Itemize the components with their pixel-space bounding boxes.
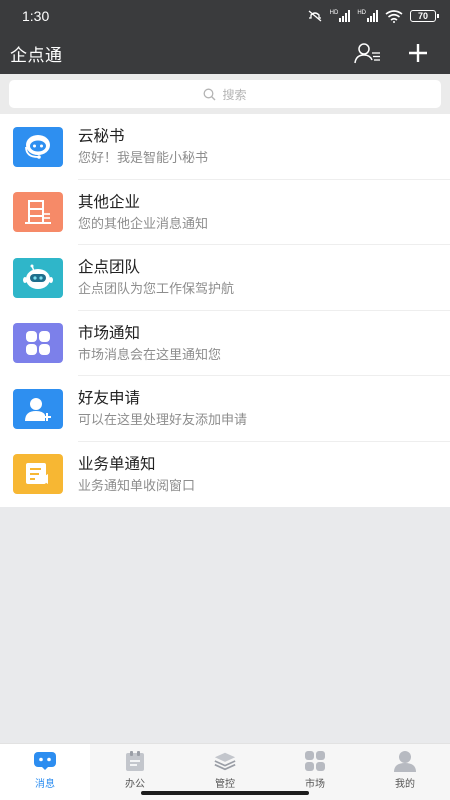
title-bar: 企点通 xyxy=(0,32,450,74)
layers-icon xyxy=(213,750,237,772)
hd-label-2: HD xyxy=(357,10,366,16)
search-input[interactable]: 搜索 xyxy=(9,80,441,108)
office-icon xyxy=(123,750,147,772)
item-title: 其他企业 xyxy=(78,192,141,211)
tab-messages[interactable]: 消息 xyxy=(0,744,90,800)
header-actions xyxy=(354,39,432,67)
mute-icon xyxy=(308,10,322,22)
message-icon xyxy=(33,750,57,772)
item-title: 市场通知 xyxy=(78,323,141,342)
top-bar: 1:30 HD HD 70 企点通 xyxy=(0,0,450,74)
item-subtitle: 您好！我是智能小秘书 xyxy=(78,151,209,167)
signal-bars-icon xyxy=(367,10,378,22)
message-list: 云秘书 您好！我是智能小秘书 其他企业 您的其他企业消息通知 企点团队 企点团队… xyxy=(0,114,450,507)
list-item-market-notice[interactable]: 市场通知 市场消息会在这里通知您 xyxy=(0,311,450,377)
tab-label: 市场 xyxy=(305,779,325,790)
grid-icon xyxy=(13,323,63,364)
contacts-icon[interactable] xyxy=(354,39,382,67)
signal-1: HD xyxy=(330,10,351,22)
page-title: 企点通 xyxy=(10,45,63,66)
status-icons: HD HD 70 xyxy=(307,9,439,23)
item-subtitle: 业务通知单收阅窗口 xyxy=(78,478,196,494)
enterprise-icon xyxy=(13,192,63,233)
tab-label: 我的 xyxy=(395,779,415,790)
hd-label-1: HD xyxy=(329,10,339,16)
team-robot-icon xyxy=(13,257,63,298)
list-item-cloud-secretary[interactable]: 云秘书 您好！我是智能小秘书 xyxy=(0,114,450,180)
search-bar-container: 搜索 xyxy=(0,74,450,114)
tab-label: 消息 xyxy=(35,779,55,790)
list-item-friend-request[interactable]: 好友申请 可以在这里处理好友添加申请 xyxy=(0,376,450,442)
signal-2: HD xyxy=(357,10,378,22)
order-notice-icon xyxy=(13,454,63,495)
wifi-icon xyxy=(385,9,403,23)
item-title: 云秘书 xyxy=(78,127,125,146)
battery-icon: 70 xyxy=(410,10,439,22)
grid-icon xyxy=(303,750,327,772)
list-item-order-notice[interactable]: 业务单通知 业务通知单收阅窗口 xyxy=(0,442,450,508)
tab-label: 办公 xyxy=(125,779,145,790)
item-subtitle: 您的其他企业消息通知 xyxy=(78,216,209,232)
list-item-other-enterprise[interactable]: 其他企业 您的其他企业消息通知 xyxy=(0,180,450,246)
home-indicator[interactable] xyxy=(141,791,309,795)
tab-me[interactable]: 我的 xyxy=(360,744,450,800)
item-subtitle: 可以在这里处理好友添加申请 xyxy=(78,413,248,429)
add-icon[interactable] xyxy=(404,39,432,67)
status-bar: 1:30 HD HD 70 xyxy=(0,0,450,32)
user-icon xyxy=(393,750,417,772)
battery-level: 70 xyxy=(417,11,428,21)
robot-headset-icon xyxy=(13,126,63,167)
item-title: 业务单通知 xyxy=(78,454,156,473)
search-placeholder: 搜索 xyxy=(222,87,247,102)
signal-bars-icon xyxy=(339,10,351,22)
item-subtitle: 企点团队为您工作保驾护航 xyxy=(78,282,235,298)
item-subtitle: 市场消息会在这里通知您 xyxy=(78,347,222,363)
add-friend-icon xyxy=(13,388,63,429)
status-time: 1:30 xyxy=(22,8,50,24)
list-item-qidian-team[interactable]: 企点团队 企点团队为您工作保驾护航 xyxy=(0,245,450,311)
tab-label: 管控 xyxy=(215,779,235,790)
search-icon xyxy=(204,88,216,100)
item-title: 企点团队 xyxy=(78,258,141,277)
item-title: 好友申请 xyxy=(78,389,141,408)
